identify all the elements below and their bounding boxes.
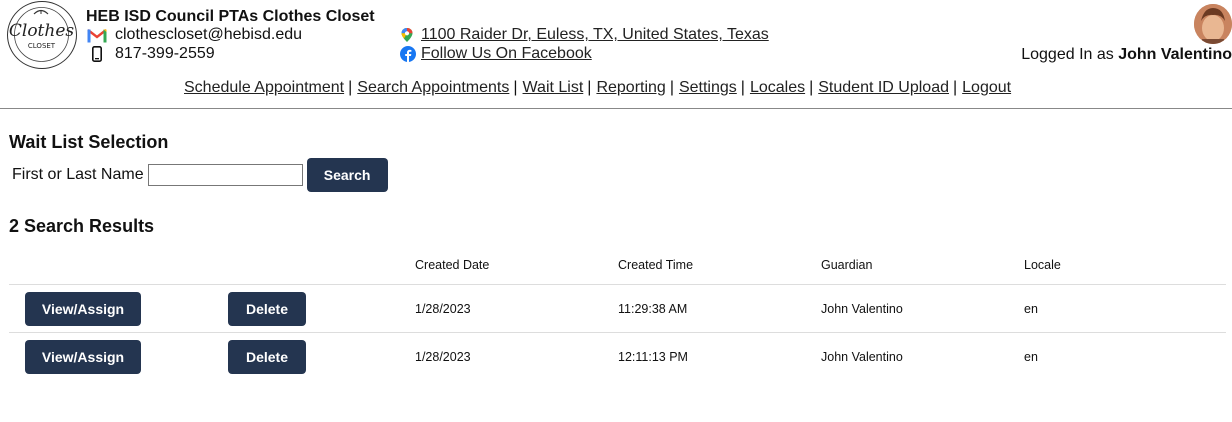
column-header-locale: Locale [1024,258,1061,272]
login-prefix: Logged In as [1021,46,1119,63]
table-row: View/Assign Delete 1/28/2023 12:11:13 PM… [9,332,1226,380]
view-assign-button[interactable]: View/Assign [25,291,141,326]
page-header: Clothes CLOSET HEB ISD Council PTAs Clot… [0,0,1232,109]
phone-row: 817-399-2559 [86,45,215,63]
logo-subtext: CLOSET [28,42,56,50]
nav-settings[interactable]: Settings [679,79,737,96]
locale-cell: en [1024,332,1226,380]
delete-button[interactable]: Delete [228,291,306,326]
table-header-row: Created Date Created Time Guardian Local… [9,246,1226,285]
email-text: clothescloset@hebisd.edu [115,26,303,43]
facebook-icon [400,46,416,62]
column-header-created-date: Created Date [415,258,490,272]
column-header [9,246,212,285]
results-title: 2 Search Results [9,216,155,236]
column-header-created-time: Created Time [618,258,694,272]
wait-list-search: First or Last Name Search [12,158,388,192]
nav-schedule-appointment[interactable]: Schedule Appointment [184,79,344,96]
facebook-link[interactable]: Follow Us On Facebook [421,45,592,63]
search-button[interactable]: Search [306,158,388,192]
guardian-cell: John Valentino [821,332,1024,380]
guardian-cell: John Valentino [821,284,1024,333]
created-time-cell: 12:11:13 PM [618,332,821,380]
nav-separator: | [740,79,745,96]
login-status: Logged In as John Valentino [1021,46,1232,64]
nav-search-appointments[interactable]: Search Appointments [357,79,509,96]
nav-separator: | [513,79,518,96]
gmail-icon [86,26,108,44]
nav-separator: | [587,79,592,96]
results-table: Created Date Created Time Guardian Local… [9,246,1226,380]
nav-wait-list[interactable]: Wait List [523,79,584,96]
phone-text: 817-399-2559 [115,45,215,62]
nav-student-id-upload[interactable]: Student ID Upload [818,79,949,96]
nav-separator: | [348,79,353,96]
clothes-closet-logo: Clothes CLOSET [7,1,77,69]
user-avatar[interactable] [1194,4,1232,44]
login-user: John Valentino [1118,46,1232,63]
org-name: HEB ISD Council PTAs Clothes Closet [86,8,375,25]
column-header [212,246,415,285]
name-label: First or Last Name [12,166,144,183]
facebook-row: Follow Us On Facebook [400,45,592,63]
column-header-guardian: Guardian [821,258,873,272]
nav-separator: | [953,79,958,96]
address-row: 1100 Raider Dr, Euless, TX, United State… [400,26,769,44]
phone-icon [86,45,108,63]
nav-locales[interactable]: Locales [750,79,805,96]
nav-reporting[interactable]: Reporting [596,79,665,96]
nav-separator: | [809,79,814,96]
created-date-cell: 1/28/2023 [415,284,618,333]
locale-cell: en [1024,284,1226,333]
map-pin-icon [400,27,416,43]
created-time-cell: 11:29:38 AM [618,284,821,333]
nav-separator: | [669,79,674,96]
logo-text: Clothes [9,21,75,41]
nav-logout[interactable]: Logout [962,79,1011,96]
address-link[interactable]: 1100 Raider Dr, Euless, TX, United State… [421,26,769,44]
view-assign-button[interactable]: View/Assign [25,339,141,374]
created-date-cell: 1/28/2023 [415,332,618,380]
wait-list-title: Wait List Selection [9,132,169,152]
name-search-input[interactable] [147,164,303,186]
email-row: clothescloset@hebisd.edu [86,26,302,44]
main-nav: Schedule Appointment | Search Appointments… [184,79,1011,97]
delete-button[interactable]: Delete [228,339,306,374]
table-row: View/Assign Delete 1/28/2023 11:29:38 AM… [9,284,1226,333]
